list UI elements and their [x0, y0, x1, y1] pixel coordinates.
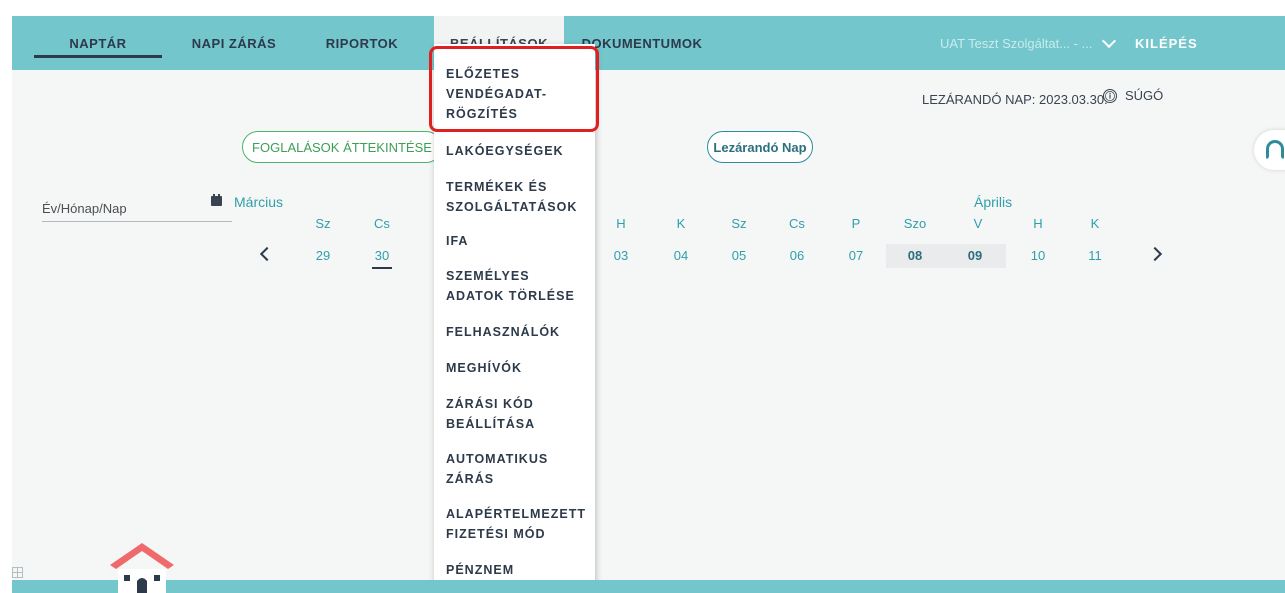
dow-label: Cs — [789, 216, 805, 231]
dow-label: H — [1033, 216, 1043, 231]
calendar-icon[interactable] — [211, 194, 222, 206]
menu-item-automatic-closing[interactable]: AUTOMATIKUS ZÁRÁS — [446, 449, 591, 489]
settings-dropdown-menu: ELŐZETES VENDÉGADAT- RÖGZÍTÉS LAKÓEGYSÉG… — [434, 44, 595, 593]
dow-label: K — [1090, 216, 1100, 231]
closing-day-button[interactable]: Lezárandó Nap — [707, 131, 813, 163]
nav-daily-close[interactable]: NAPI ZÁRÁS — [184, 16, 284, 70]
app-frame: NAPTÁR NAPI ZÁRÁS RIPORTOK BEÁLLÍTÁSOK D… — [0, 0, 1285, 593]
help-link[interactable]: ⓘ SÚGÓ — [1103, 88, 1163, 103]
grid-icon[interactable] — [12, 567, 23, 578]
nav-calendar[interactable]: NAPTÁR — [34, 16, 162, 70]
dow-label: Sz — [315, 216, 331, 231]
nav-reports[interactable]: RIPORTOK — [312, 16, 412, 70]
top-navigation-bar: NAPTÁR NAPI ZÁRÁS RIPORTOK BEÁLLÍTÁSOK D… — [12, 16, 1285, 70]
day-cell[interactable]: 03 — [603, 244, 639, 268]
chevron-down-icon — [1102, 33, 1117, 48]
day-cell-weekend[interactable]: 09 — [944, 244, 1006, 268]
day-cell[interactable]: 04 — [663, 244, 699, 268]
day-cell-weekend[interactable]: 08 — [886, 244, 944, 268]
day-cell[interactable]: 07 — [838, 244, 874, 268]
bookings-overview-button[interactable]: FOGLALÁSOK ÁTTEKINTÉSE — [242, 131, 442, 163]
dow-label: H — [616, 216, 626, 231]
user-select[interactable]: UAT Teszt Szolgáltat... - ... — [940, 16, 1117, 70]
dow-label: Cs — [374, 216, 390, 231]
day-cell[interactable]: 06 — [779, 244, 815, 268]
dow-label: V — [973, 216, 983, 231]
month-march: Március — [234, 194, 284, 210]
menu-item-invitations[interactable]: MEGHÍVÓK — [446, 358, 591, 378]
date-input[interactable] — [42, 196, 202, 220]
help-label: SÚGÓ — [1125, 88, 1164, 103]
user-select-label: UAT Teszt Szolgáltat... - ... — [940, 35, 1093, 51]
day-cell[interactable]: 05 — [721, 244, 757, 268]
menu-item-preliminary-guest-data[interactable]: ELŐZETES VENDÉGADAT- RÖGZÍTÉS — [446, 64, 591, 124]
dow-label: K — [676, 216, 686, 231]
closing-day-label: LEZÁRANDÓ NAP: 2023.03.30. — [922, 92, 1108, 107]
menu-item-products-services[interactable]: TERMÉKEK ÉS SZOLGÁLTATÁSOK — [446, 177, 591, 217]
info-icon: ⓘ — [1103, 88, 1117, 103]
dow-label: Szo — [903, 216, 927, 231]
house-icon — [110, 543, 174, 593]
day-cell[interactable]: 10 — [1020, 244, 1056, 268]
menu-item-users[interactable]: FELHASZNÁLÓK — [446, 322, 591, 342]
day-cell-today[interactable]: 30 — [364, 244, 400, 269]
footer-bar — [12, 580, 1285, 593]
menu-item-closing-code-settings[interactable]: ZÁRÁSI KÓD BEÁLLÍTÁSA — [446, 394, 591, 434]
main-content — [12, 70, 1285, 580]
day-cell[interactable]: 11 — [1077, 244, 1113, 268]
dow-label: Sz — [731, 216, 747, 231]
menu-item-tourist-tax[interactable]: IFA — [446, 231, 591, 251]
menu-item-default-payment-method[interactable]: ALAPÉRTELMEZETT FIZETÉSI MÓD — [446, 504, 591, 544]
day-cell[interactable]: 29 — [305, 244, 341, 268]
month-april: Április — [974, 194, 1013, 210]
headset-icon — [1266, 140, 1284, 160]
dow-label: P — [851, 216, 861, 231]
date-input-wrapper — [42, 194, 232, 222]
menu-item-accommodation-units[interactable]: LAKÓEGYSÉGEK — [446, 141, 591, 161]
logout-button[interactable]: KILÉPÉS — [1135, 16, 1198, 70]
menu-item-delete-personal-data[interactable]: SZEMÉLYES ADATOK TÖRLÉSE — [446, 266, 591, 306]
